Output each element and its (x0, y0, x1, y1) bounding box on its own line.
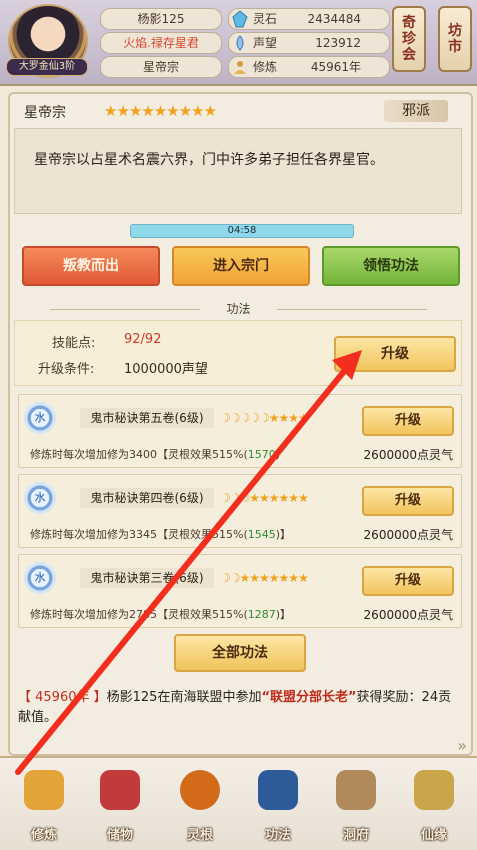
immortal-fate-icon (414, 770, 454, 810)
skill-upgrade-button[interactable]: 升级 (334, 336, 456, 372)
cultivation-label: 修炼 (253, 60, 278, 74)
technique-effect: 修炼时每次增加修为3345【灵根效果515%(1545)】 (30, 528, 292, 541)
reputation-icon (236, 35, 244, 51)
technique-effect: 修炼时每次增加修为2785【灵根效果515%(1287)】 (30, 608, 292, 621)
sect-stars: ★★★★★★★★★ (104, 102, 217, 120)
nav-item-cultivate[interactable]: 修炼 (14, 766, 74, 844)
player-name: 杨影125 (100, 8, 222, 30)
expand-arrow-icon[interactable]: » (457, 736, 467, 755)
player-title: 火焰.禄存星君 (100, 32, 222, 54)
treasure-fair-button[interactable]: 奇 珍 会 (392, 6, 426, 72)
reputation-label: 声望 (253, 36, 278, 50)
skill-points-label: 技能点: (52, 336, 96, 351)
nav-item-cave-dwelling[interactable]: 洞府 (326, 766, 386, 844)
water-element-icon: 水 (24, 402, 56, 434)
rank-badge: 大罗金仙3阶 (6, 58, 88, 76)
technique-upgrade-button[interactable]: 升级 (362, 566, 454, 596)
news-message: 【 45960年 】杨影125在南海联盟中参加“联盟分部长老”获得奖励：24贡献… (18, 690, 452, 725)
reputation-row: 声望 123912 (228, 32, 390, 54)
nav-item-storage[interactable]: 储物 (90, 766, 150, 844)
technique-name: 鬼市秘诀第四卷(6级) (80, 488, 214, 508)
nav-item-spirit-root[interactable]: 灵根 (170, 766, 230, 844)
technique-stars: ☽☽☽★★★★★★ (220, 491, 309, 505)
player-sect: 星帝宗 (100, 56, 222, 78)
technique-name: 鬼市秘诀第三卷(6级) (80, 568, 214, 588)
technique-cost: 2600000点灵气 (363, 528, 453, 542)
technique-effect: 修炼时每次增加修为3400【灵根效果515%(1570) (30, 448, 281, 461)
technique-stars: ☽☽☽☽☽★★★★ (220, 411, 309, 425)
storage-bag-icon (100, 770, 140, 810)
sect-description: 星帝宗以占星术名震六界，门中许多弟子担任各界星官。 (34, 152, 384, 168)
cultivation-icon (234, 61, 246, 74)
technique-cost: 2600000点灵气 (363, 448, 453, 462)
water-element-icon: 水 (24, 482, 56, 514)
spirit-stone-value: 2434484 (307, 12, 361, 26)
technique-cost: 2600000点灵气 (363, 608, 453, 622)
spirit-root-icon (180, 770, 220, 810)
technique-section-title: 功法 (0, 300, 477, 318)
spirit-stone-row: 灵石 2434484 (228, 8, 390, 30)
technique-upgrade-button[interactable]: 升级 (362, 406, 454, 436)
spirit-stone-label: 灵石 (253, 12, 278, 26)
cultivate-icon (24, 770, 64, 810)
sect-name: 星帝宗 (24, 105, 66, 121)
technique-stars: ☽☽★★★★★★★ (220, 571, 309, 585)
skill-points-value: 92/92 (124, 332, 162, 347)
spirit-stone-icon (232, 10, 248, 28)
leave-sect-button[interactable]: 叛教而出 (22, 246, 160, 286)
nav-item-technique[interactable]: 功法 (248, 766, 308, 844)
comprehend-technique-button[interactable]: 领悟功法 (322, 246, 460, 286)
market-button[interactable]: 坊 市 (438, 6, 472, 72)
all-techniques-button[interactable]: 全部功法 (174, 634, 306, 672)
cultivation-value: 45961年 (310, 60, 361, 74)
nav-item-immortal-fate[interactable]: 仙缘 (404, 766, 464, 844)
cultivation-row: 修炼 45961年 (228, 56, 390, 78)
technique-name: 鬼市秘诀第五卷(6级) (80, 408, 214, 428)
cave-dwelling-icon (336, 770, 376, 810)
reputation-value: 123912 (315, 36, 361, 50)
timer-bar: 04:58 (130, 224, 354, 238)
technique-upgrade-button[interactable]: 升级 (362, 486, 454, 516)
water-element-icon: 水 (24, 562, 56, 594)
enter-sect-button[interactable]: 进入宗门 (172, 246, 310, 286)
technique-book-icon (258, 770, 298, 810)
upgrade-condition-label: 升级条件: (38, 362, 95, 377)
upgrade-condition-value: 1000000声望 (124, 362, 208, 377)
sect-alignment: 邪派 (384, 100, 448, 122)
